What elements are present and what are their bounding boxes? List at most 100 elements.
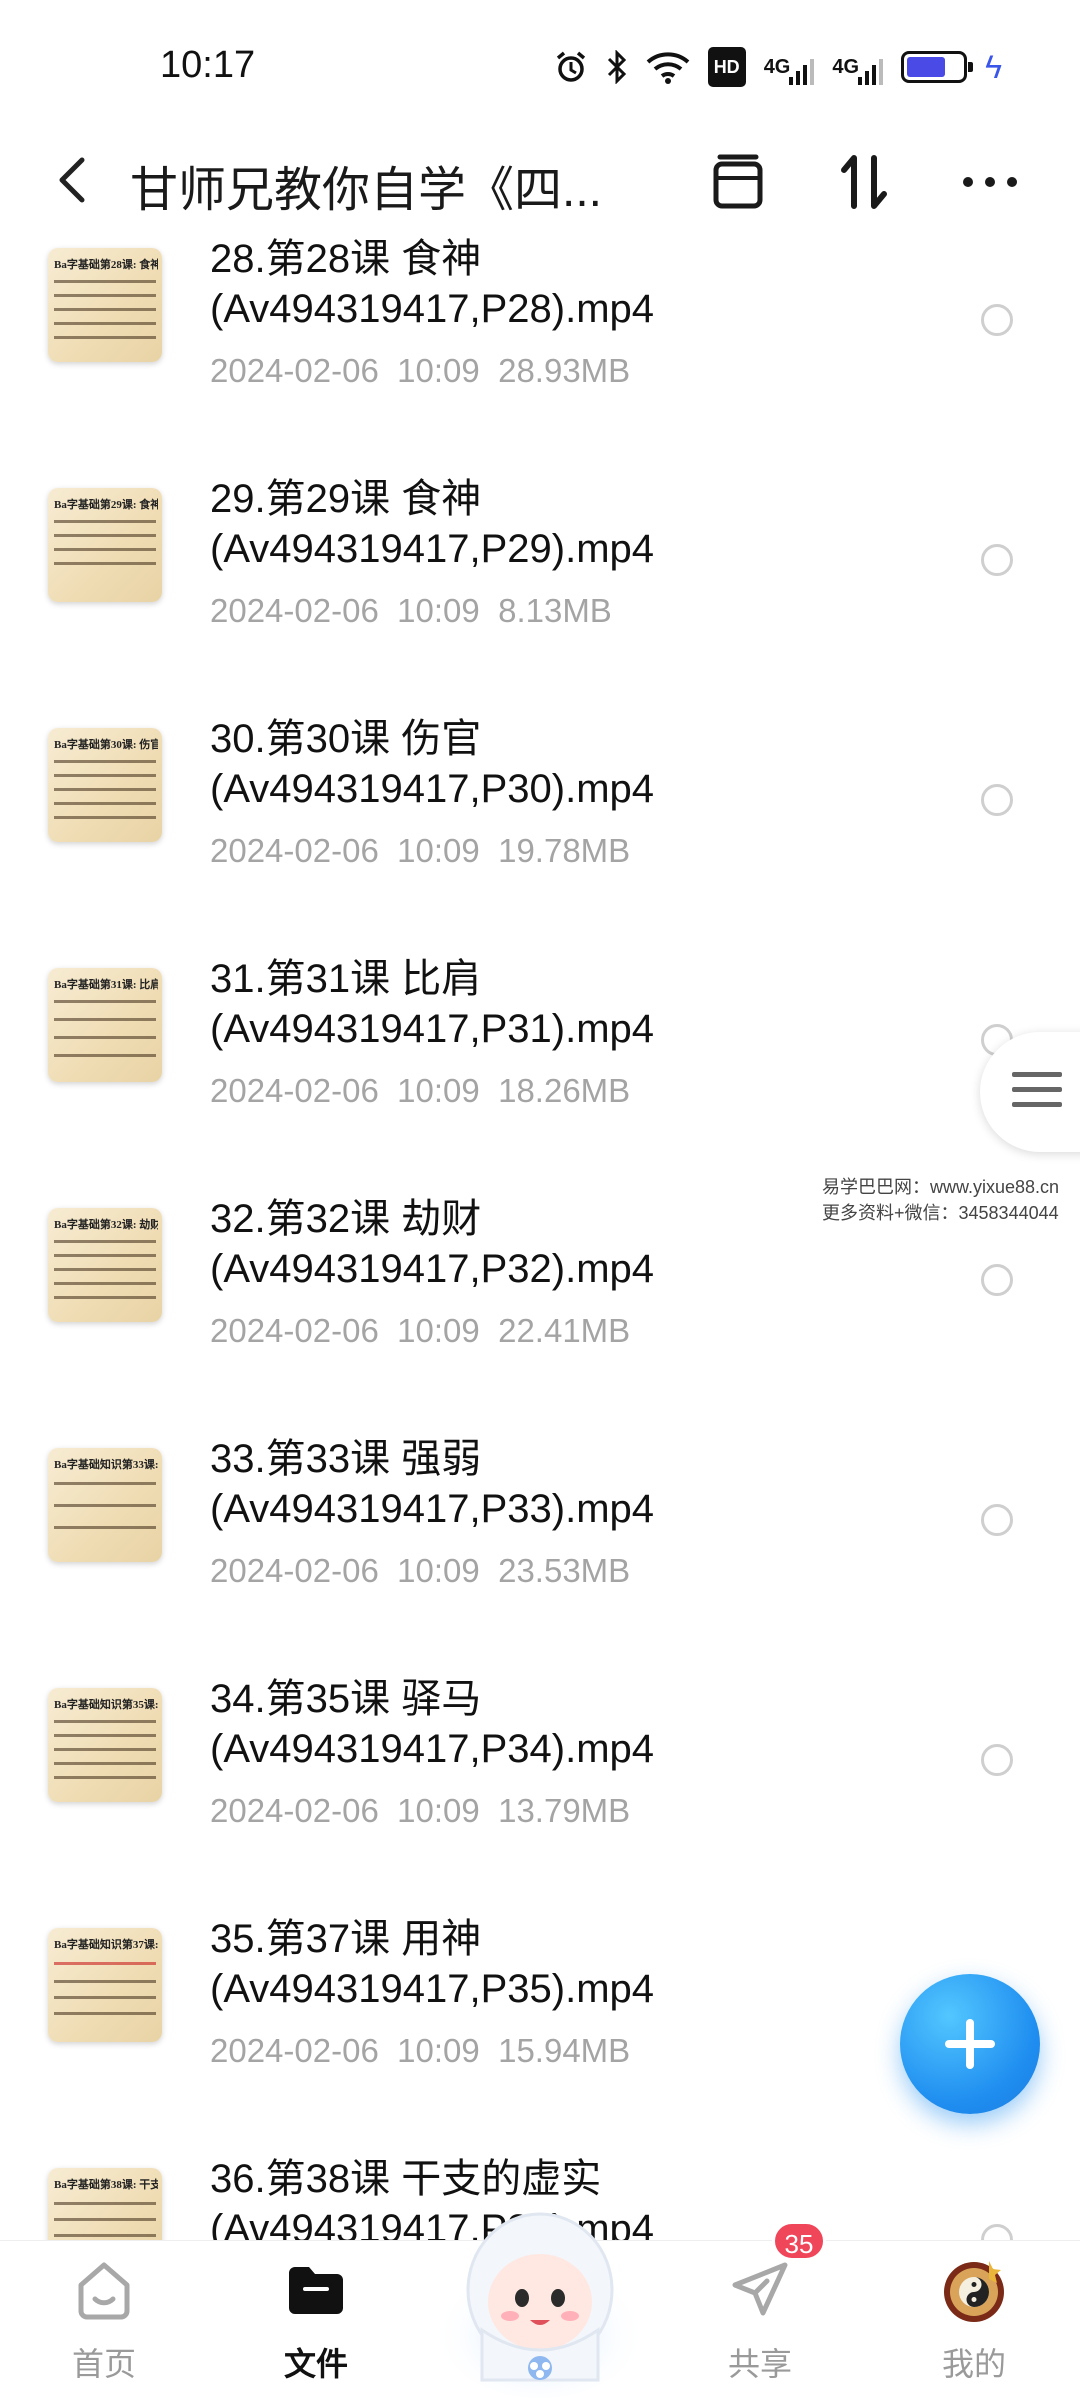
thumbnail-caption: Ba字基础第30课: 伤官 bbox=[54, 739, 158, 751]
file-name-line1: 35.第37课 用神 bbox=[210, 1917, 482, 1961]
add-button[interactable] bbox=[900, 1974, 1040, 2114]
avatar-icon bbox=[944, 2261, 1004, 2322]
notification-badge: 35 bbox=[772, 2221, 826, 2261]
wifi-icon bbox=[646, 47, 690, 87]
file-time: 10:09 bbox=[397, 1312, 480, 1349]
select-radio[interactable] bbox=[981, 304, 1013, 336]
more-button[interactable] bbox=[958, 150, 1022, 214]
video-thumbnail: Ba字基础第28课: 食神 bbox=[48, 248, 162, 362]
file-time: 10:09 bbox=[397, 592, 480, 629]
menu-icon bbox=[1012, 1072, 1062, 1117]
status-icons: HD 4G 4G ϟ bbox=[554, 44, 1002, 90]
video-thumbnail: Ba字基础第29课: 食神 bbox=[48, 488, 162, 602]
file-date: 2024-02-06 bbox=[210, 1312, 379, 1349]
file-name-line1: 32.第32课 劫财 bbox=[210, 1197, 482, 1241]
file-time: 10:09 bbox=[397, 1552, 480, 1589]
file-name-line2: (Av494319417,P35).mp4 bbox=[210, 1967, 655, 2011]
thumbnail-caption: Ba字基础第28课: 食神 bbox=[54, 259, 158, 271]
file-time: 10:09 bbox=[397, 2032, 480, 2069]
file-meta: 2024-02-06 10:09 18.26MB bbox=[210, 1072, 630, 1110]
charging-icon: ϟ bbox=[985, 48, 1002, 85]
paper-plane-icon bbox=[732, 2262, 788, 2316]
nav-share[interactable]: 35 共享 bbox=[680, 2221, 840, 2400]
file-name-line2: (Av494319417,P33).mp4 bbox=[210, 1487, 655, 1531]
file-name-line1: 34.第35课 驿马 bbox=[210, 1677, 482, 1721]
select-radio[interactable] bbox=[981, 1504, 1013, 1536]
watermark: 易学巴巴网：www.yixue88.cn 更多资料+微信：3458344044 bbox=[822, 1174, 1059, 1226]
select-radio[interactable] bbox=[981, 1744, 1013, 1776]
select-radio[interactable] bbox=[981, 544, 1013, 576]
file-date: 2024-02-06 bbox=[210, 2032, 379, 2069]
file-name-line2: (Av494319417,P30).mp4 bbox=[210, 767, 655, 811]
file-size: 19.78MB bbox=[498, 832, 631, 869]
file-name-line1: 29.第29课 食神 bbox=[210, 477, 482, 521]
nav-home[interactable]: 首页 bbox=[24, 2241, 184, 2400]
thumbnail-caption: Ba字基础第29课: 食神 bbox=[54, 499, 158, 511]
select-radio[interactable] bbox=[981, 2224, 1013, 2240]
watermark-line1: 易学巴巴网：www.yixue88.cn bbox=[822, 1177, 1060, 1197]
video-thumbnail: Ba字基础第30课: 伤官 bbox=[48, 728, 162, 842]
file-meta: 2024-02-06 10:09 28.93MB bbox=[210, 352, 630, 390]
mascot-button[interactable] bbox=[430, 2180, 650, 2400]
sort-button[interactable] bbox=[832, 150, 896, 214]
file-name-line2: (Av494319417,P34).mp4 bbox=[210, 1727, 655, 1771]
file-name-line1: 31.第31课 比肩 bbox=[210, 957, 482, 1001]
file-meta: 2024-02-06 10:09 15.94MB bbox=[210, 2032, 630, 2070]
file-date: 2024-02-06 bbox=[210, 832, 379, 869]
nav-files[interactable]: 文件 bbox=[236, 2241, 396, 2400]
nav-share-label: 共享 bbox=[727, 2346, 792, 2382]
file-meta: 2024-02-06 10:09 13.79MB bbox=[210, 1792, 630, 1830]
video-thumbnail: Ba字基础第38课: 干支的 bbox=[48, 2168, 162, 2240]
file-name-line2: (Av494319417,P29).mp4 bbox=[210, 527, 655, 571]
watermark-line2: 更多资料+微信：3458344044 bbox=[822, 1203, 1059, 1223]
thumbnail-caption: Ba字基础知识第35课: 驿 bbox=[54, 1699, 158, 1711]
file-name-line2: (Av494319417,P31).mp4 bbox=[210, 1007, 655, 1051]
file-size: 15.94MB bbox=[498, 2032, 631, 2069]
back-button[interactable] bbox=[48, 152, 98, 208]
file-meta: 2024-02-06 10:09 19.78MB bbox=[210, 832, 630, 870]
video-thumbnail: Ba字基础知识第37课: 用 bbox=[48, 1928, 162, 2042]
file-size: 28.93MB bbox=[498, 352, 631, 389]
file-size: 22.41MB bbox=[498, 1312, 631, 1349]
battery-icon bbox=[901, 51, 974, 83]
file-size: 18.26MB bbox=[498, 1072, 631, 1109]
nav-profile[interactable]: 我的 bbox=[894, 2241, 1054, 2400]
select-radio[interactable] bbox=[981, 784, 1013, 816]
file-name-line2: (Av494319417,P28).mp4 bbox=[210, 287, 655, 331]
select-radio[interactable] bbox=[981, 1264, 1013, 1296]
more-icon bbox=[963, 177, 1017, 187]
alarm-icon bbox=[554, 47, 588, 87]
nav-files-label: 文件 bbox=[283, 2346, 348, 2382]
signal-icon-1: 4G bbox=[764, 47, 815, 87]
video-thumbnail: Ba字基础第32课: 劫财 bbox=[48, 1208, 162, 1322]
mascot-icon bbox=[432, 2212, 648, 2398]
file-name-line1: 28.第28课 食神 bbox=[210, 237, 482, 281]
file-item[interactable]: Ba字基础知识第33课: 强 33.第33课 强弱 (Av494319417,P… bbox=[0, 1420, 1080, 1660]
status-time: 10:17 bbox=[160, 44, 256, 86]
file-item[interactable]: Ba字基础第31课: 比肩 31.第31课 比肩 (Av494319417,P3… bbox=[0, 940, 1080, 1180]
home-icon bbox=[78, 2262, 130, 2320]
file-meta: 2024-02-06 10:09 22.41MB bbox=[210, 1312, 630, 1350]
archive-icon bbox=[713, 154, 763, 209]
file-item[interactable]: Ba字基础知识第35课: 驿 34.第35课 驿马 (Av494319417,P… bbox=[0, 1660, 1080, 1900]
chevron-left-icon bbox=[59, 157, 85, 203]
video-thumbnail: Ba字基础第31课: 比肩 bbox=[48, 968, 162, 1082]
network-label-2: 4G bbox=[832, 55, 860, 78]
file-size: 23.53MB bbox=[498, 1552, 631, 1589]
file-date: 2024-02-06 bbox=[210, 592, 379, 629]
archive-button[interactable] bbox=[706, 150, 770, 214]
sort-icon bbox=[841, 155, 887, 209]
file-date: 2024-02-06 bbox=[210, 1792, 379, 1829]
thumbnail-caption: Ba字基础知识第37课: 用 bbox=[54, 1939, 158, 1951]
file-list[interactable]: Ba字基础第28课: 食神 28.第28课 食神 (Av494319417,P2… bbox=[0, 230, 1080, 2240]
nav-home-label: 首页 bbox=[71, 2346, 136, 2382]
file-item[interactable]: Ba字基础第30课: 伤官 30.第30课 伤官 (Av494319417,P3… bbox=[0, 700, 1080, 940]
bluetooth-icon bbox=[606, 47, 628, 87]
top-bar: 甘师兄教你自学《四... bbox=[0, 130, 1080, 230]
file-name-line1: 30.第30课 伤官 bbox=[210, 717, 482, 761]
file-time: 10:09 bbox=[397, 1072, 480, 1109]
video-thumbnail: Ba字基础知识第35课: 驿 bbox=[48, 1688, 162, 1802]
file-item[interactable]: Ba字基础第29课: 食神 29.第29课 食神 (Av494319417,P2… bbox=[0, 460, 1080, 700]
file-item[interactable]: Ba字基础第28课: 食神 28.第28课 食神 (Av494319417,P2… bbox=[0, 230, 1080, 460]
file-date: 2024-02-06 bbox=[210, 1552, 379, 1589]
